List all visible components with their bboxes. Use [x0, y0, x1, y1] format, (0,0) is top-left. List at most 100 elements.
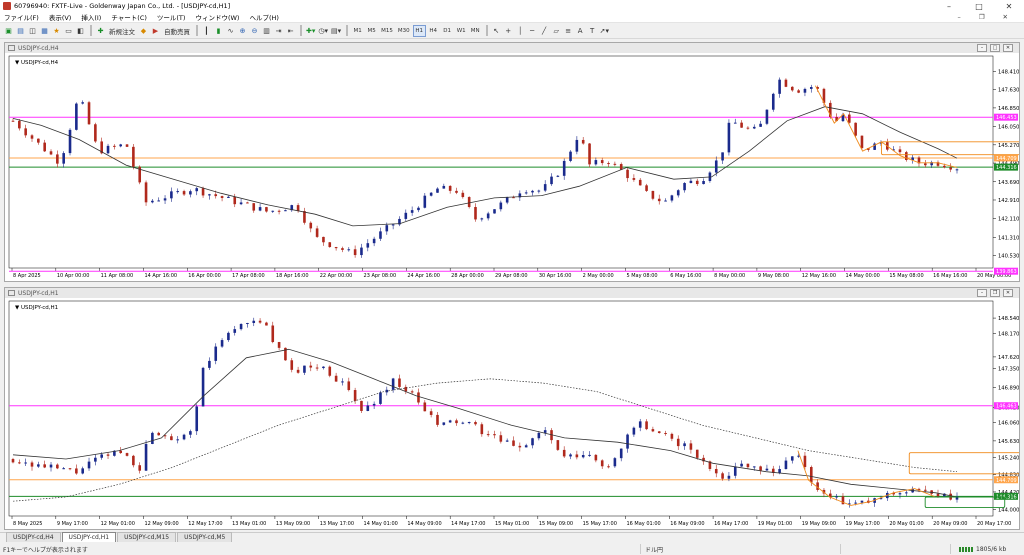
candle-body	[645, 421, 648, 430]
navigator-icon[interactable]: ★	[51, 25, 62, 37]
text-tool-icon[interactable]: A	[575, 25, 586, 37]
mdi-restore-icon[interactable]: ❐	[979, 13, 985, 21]
tester-icon[interactable]: ◧	[75, 25, 86, 37]
candle-body	[607, 163, 610, 165]
chart-close-button[interactable]: ✕	[1003, 44, 1013, 52]
auto-trading-icon[interactable]: ▶	[150, 25, 161, 37]
zoom-in-icon[interactable]: ⊕	[237, 25, 248, 37]
chart-minimize-button[interactable]: –	[977, 44, 987, 52]
menu-help[interactable]: ヘルプ(H)	[249, 12, 278, 22]
tab-h4[interactable]: USDJPY-cd,H4	[6, 532, 61, 542]
chart-window-title: USDJPY-cd,H1	[18, 289, 59, 297]
arrow-tool-icon[interactable]: ➚▾	[599, 25, 610, 37]
menu-tools[interactable]: ツール(T)	[157, 12, 186, 22]
candle-body	[683, 443, 686, 447]
x-tick-label: 14 May 09:00	[407, 521, 441, 527]
candle-body	[271, 210, 275, 212]
new-chart-icon[interactable]: ▣	[3, 25, 14, 37]
cursor-icon[interactable]: ↖	[491, 25, 502, 37]
candle-body	[322, 236, 325, 243]
candle-body	[493, 209, 496, 214]
candlestick-icon[interactable]: ▮	[213, 25, 224, 37]
mdi-close-icon[interactable]: ✕	[1003, 13, 1008, 21]
candle-body	[341, 248, 344, 250]
timeframe-d1[interactable]: D1	[441, 25, 454, 37]
periods-icon[interactable]: ◷▾	[317, 25, 329, 37]
chart-close-button[interactable]: ✕	[1003, 289, 1013, 297]
candle-body	[309, 365, 313, 368]
x-tick-label: 19 May 01:00	[758, 521, 792, 527]
status-profile[interactable]: ドル円	[640, 544, 840, 554]
new-order-icon[interactable]: ✚	[95, 25, 106, 37]
auto-trading-button[interactable]: 自動売買	[162, 25, 192, 37]
candle-body	[119, 144, 123, 147]
x-tick-label: 13 May 17:00	[320, 521, 354, 527]
bar-chart-icon[interactable]: ┃	[201, 25, 212, 37]
timeframe-h1[interactable]: H1	[412, 24, 426, 37]
menu-chart[interactable]: チャート(C)	[111, 12, 147, 22]
maximize-button[interactable]: □	[964, 0, 994, 12]
terminal-icon[interactable]: ▭	[63, 25, 74, 37]
candle-body	[214, 346, 218, 361]
data-window-icon[interactable]: ▦	[39, 25, 50, 37]
indicators-icon[interactable]: ✚▾	[305, 25, 316, 37]
price-chart-h1[interactable]: ▼ USDJPY-cd,H1 148.540 148.170 147.620 147.3…	[5, 299, 1019, 530]
tile-windows-icon[interactable]: ▥	[261, 25, 272, 37]
new-order-button[interactable]: 新規注文	[107, 25, 137, 37]
chart-shift-icon[interactable]: ⇤	[285, 25, 296, 37]
profiles-icon[interactable]: ▤	[15, 25, 26, 37]
timeframe-h4[interactable]: H4	[427, 25, 440, 37]
menu-bar: ファイル(F) 表示(V) 挿入(I) チャート(C) ツール(T) ウィンドウ…	[0, 12, 1024, 23]
tab-m5[interactable]: USDJPY-cd,M5	[177, 532, 233, 542]
candle-body	[328, 242, 332, 248]
timeframe-m15[interactable]: M15	[379, 25, 395, 37]
timeframe-mn[interactable]: MN	[469, 25, 482, 37]
menu-view[interactable]: 表示(V)	[49, 12, 72, 22]
market-watch-icon[interactable]: ◫	[27, 25, 38, 37]
line-chart-icon[interactable]: ∿	[225, 25, 236, 37]
candle-body	[626, 434, 629, 449]
chart-restore-button[interactable]: ❐	[990, 289, 1000, 297]
metaeditor-icon[interactable]: ◆	[138, 25, 149, 37]
close-button[interactable]: ✕	[994, 0, 1024, 12]
price-level-text: 144.316	[996, 165, 1017, 171]
trendline-icon[interactable]: ╱	[539, 25, 550, 37]
chart-window-h1[interactable]: USDJPY-cd,H1 – ❐ ✕ ▼ USDJPY-cd,H1 148.540…	[4, 287, 1020, 530]
candle-body	[936, 493, 940, 497]
status-traffic: 1805/6 kb	[950, 544, 1006, 554]
timeframe-m30[interactable]: M30	[396, 25, 412, 37]
price-level-text: 144.709	[996, 156, 1017, 162]
y-tick-label: 145.240	[998, 455, 1019, 461]
price-chart-h4[interactable]: ▼ USDJPY-cd,H4 148.410 147.630 146.850 146.0…	[5, 54, 1019, 282]
channel-icon[interactable]: ▱	[551, 25, 562, 37]
mdi-minimize-icon[interactable]: –	[957, 13, 960, 21]
chart-maximize-button[interactable]: □	[990, 44, 1000, 52]
zoom-out-icon[interactable]: ⊖	[249, 25, 260, 37]
menu-window[interactable]: ウィンドウ(W)	[195, 12, 239, 22]
timeframe-m1[interactable]: M1	[351, 25, 364, 37]
tab-m15[interactable]: USDJPY-cd,M15	[117, 532, 177, 542]
y-tick-label: 147.630	[998, 88, 1019, 94]
timeframe-m5[interactable]: M5	[365, 25, 378, 37]
minimize-button[interactable]: –	[934, 0, 964, 12]
tab-h1[interactable]: USDJPY-cd,H1	[61, 532, 117, 542]
vertical-line-icon[interactable]: │	[515, 25, 526, 37]
crosshair-icon[interactable]: +	[503, 25, 514, 37]
chart-window-h4[interactable]: USDJPY-cd,H4 – □ ✕ ▼ USDJPY-cd,H4 148.410…	[4, 42, 1020, 282]
candle-body	[924, 163, 927, 166]
candle-body	[277, 342, 281, 348]
fibonacci-icon[interactable]: ≡	[563, 25, 574, 37]
menu-insert[interactable]: 挿入(I)	[81, 12, 101, 22]
candle-body	[37, 138, 40, 143]
price-level-text: 144.709	[996, 478, 1017, 484]
candle-body	[30, 462, 34, 467]
text-label-icon[interactable]: T	[587, 25, 598, 37]
templates-icon[interactable]: ▤▾	[330, 25, 342, 37]
autoscroll-icon[interactable]: ⇥	[273, 25, 284, 37]
horizontal-line-icon[interactable]: ─	[527, 25, 538, 37]
y-tick-label: 142.110	[998, 217, 1019, 223]
chart-minimize-button[interactable]: –	[977, 289, 987, 297]
candle-body	[398, 378, 401, 387]
timeframe-w1[interactable]: W1	[455, 25, 468, 37]
menu-file[interactable]: ファイル(F)	[4, 12, 39, 22]
